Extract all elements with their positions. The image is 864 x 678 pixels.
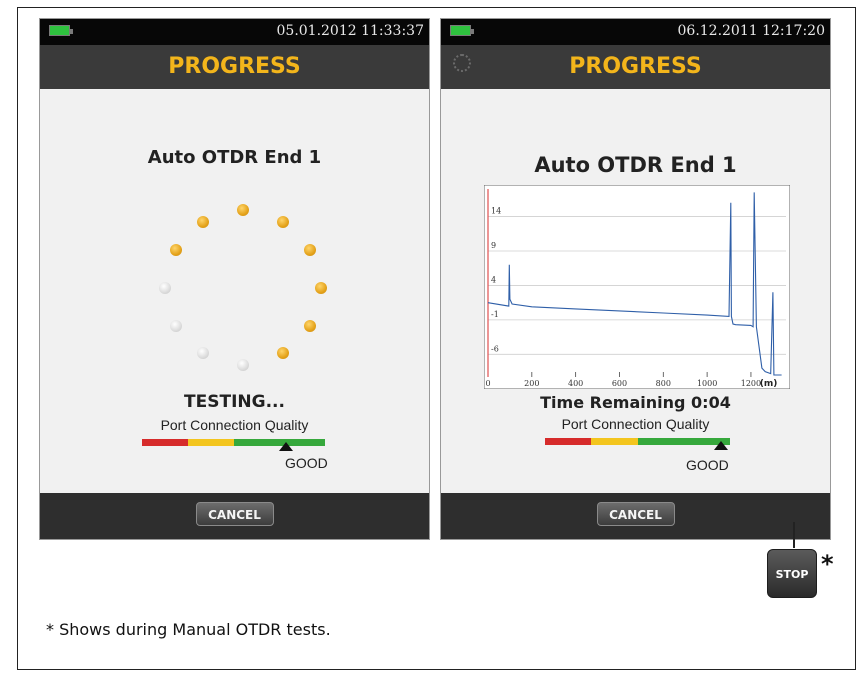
screen-title: PROGRESS (40, 45, 429, 89)
spinner-dot (277, 216, 289, 228)
test-name: Auto OTDR End 1 (147, 147, 322, 168)
y-tick-label: 9 (491, 241, 496, 250)
busy-indicator-icon (453, 54, 471, 72)
footnote-text: * Shows during Manual OTDR tests. (46, 620, 331, 639)
spinner-dot (197, 216, 209, 228)
port-quality-label: Port Connection Quality (561, 416, 710, 432)
spinner-dot (159, 282, 171, 294)
x-tick-label: 0 (485, 379, 490, 388)
battery-icon (49, 25, 73, 36)
tester-screen-trace: 06.12.2011 12:17:20 PROGRESS Auto OTDR E… (441, 19, 830, 539)
status-bar: 05.01.2012 11:33:37 (40, 19, 429, 45)
port-quality-value: GOOD (686, 457, 729, 473)
screen-title: PROGRESS (441, 45, 830, 89)
stop-button[interactable]: STOP (767, 549, 817, 598)
spinner-dot (170, 244, 182, 256)
meter-yellow-zone (591, 438, 638, 445)
test-name: Auto OTDR End 1 (534, 153, 737, 177)
y-tick-label: 14 (491, 207, 501, 216)
port-quality-meter (545, 438, 730, 445)
spinner-dot (237, 359, 249, 371)
spinner-dot (315, 282, 327, 294)
x-tick-label: 400 (568, 379, 583, 388)
meter-red-zone (142, 439, 188, 446)
port-quality-label: Port Connection Quality (160, 417, 309, 433)
meter-yellow-zone (187, 439, 234, 446)
time-remaining: Time Remaining 0:04 (540, 393, 731, 412)
spinner-dot (277, 347, 289, 359)
tester-screen-testing: 05.01.2012 11:33:37 PROGRESS Auto OTDR E… (40, 19, 429, 539)
y-tick-label: -1 (491, 310, 499, 319)
date-time: 06.12.2011 12:17:20 (677, 23, 826, 39)
callout-line (793, 522, 795, 548)
bottom-bar: CANCEL (40, 493, 429, 539)
x-tick-label: 800 (656, 379, 671, 388)
meter-pointer-icon (714, 441, 728, 450)
cancel-button[interactable]: CANCEL (596, 502, 675, 526)
spinner-dot (170, 320, 182, 332)
spinner-dot (304, 320, 316, 332)
port-quality-meter (142, 439, 325, 446)
footnote-marker: * (821, 550, 834, 578)
x-axis-unit: (m) (760, 379, 778, 389)
bottom-bar: CANCEL (441, 493, 830, 539)
status-bar: 06.12.2011 12:17:20 (441, 19, 830, 45)
y-tick-label: -6 (491, 344, 499, 353)
port-quality-value: GOOD (285, 455, 328, 471)
otdr-trace-chart: 14 9 4 -1 -6 0 200 400 600 800 1000 1200 (m) (484, 185, 790, 389)
x-tick-label: 1200 (741, 379, 761, 388)
x-tick-label: 1000 (697, 379, 717, 388)
battery-icon (450, 25, 474, 36)
y-tick-label: 4 (491, 275, 496, 284)
cancel-button[interactable]: CANCEL (195, 502, 274, 526)
spinner-dot (197, 347, 209, 359)
spinner-dot (304, 244, 316, 256)
meter-pointer-icon (279, 442, 293, 451)
spinner-dot (237, 204, 249, 216)
x-tick-label: 600 (612, 379, 627, 388)
date-time: 05.01.2012 11:33:37 (276, 23, 425, 39)
test-status: TESTING... (184, 392, 285, 412)
meter-red-zone (545, 438, 592, 445)
x-tick-label: 200 (524, 379, 539, 388)
